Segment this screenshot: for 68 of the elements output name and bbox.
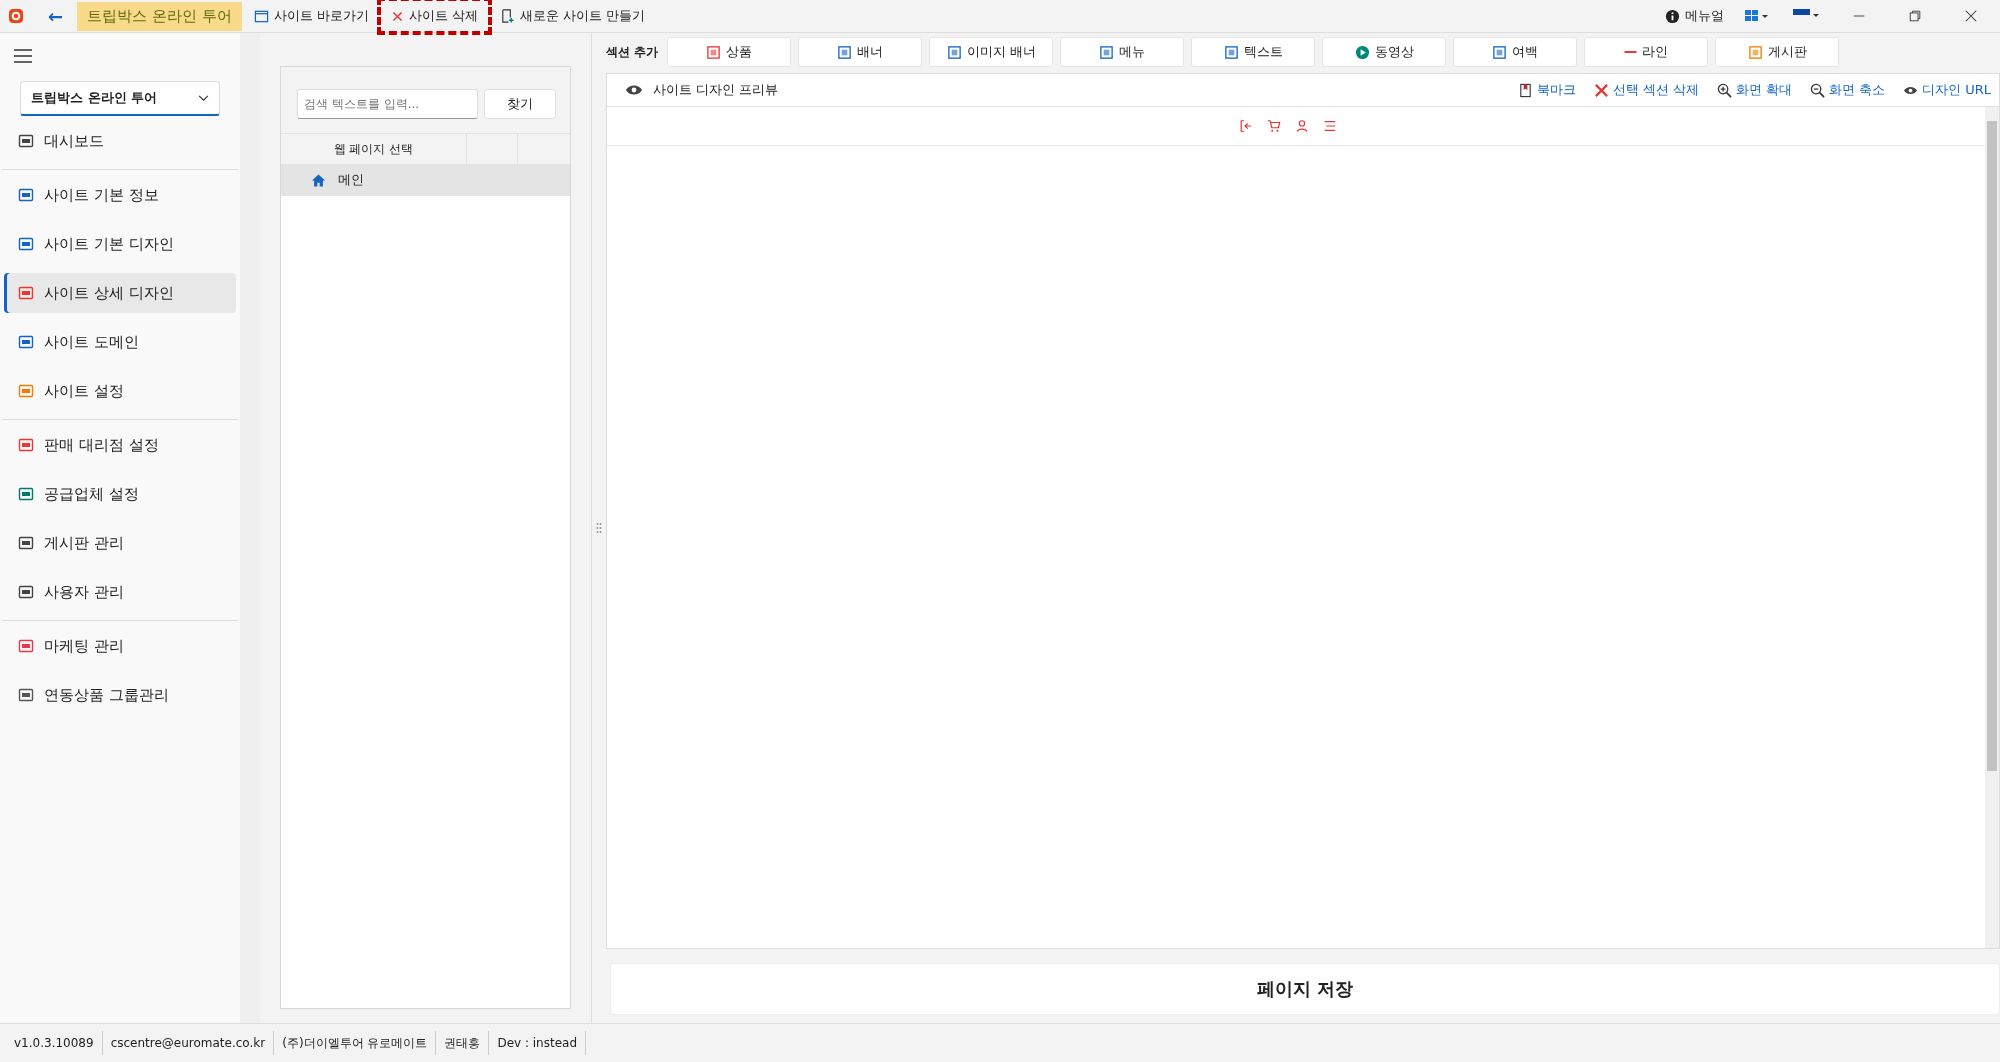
- toolbar-button[interactable]: 새로운 사이트 만들기: [493, 3, 652, 29]
- status-text: Dev : instead: [489, 1031, 587, 1055]
- bookmark-page-icon: [1517, 82, 1533, 98]
- sidebar-item[interactable]: 마케팅 관리: [4, 626, 236, 666]
- restore-icon[interactable]: [1908, 9, 1922, 23]
- preview-action-link[interactable]: 북마크: [1517, 81, 1576, 99]
- info-icon: [1665, 8, 1680, 24]
- sidebar-item[interactable]: 사이트 기본 정보: [4, 175, 236, 215]
- sidebar-item[interactable]: 사용자 관리: [4, 572, 236, 612]
- login-icon: [1239, 119, 1253, 133]
- eye-icon: [625, 84, 643, 96]
- layout-dropdown-icon[interactable]: [1744, 8, 1770, 24]
- site-name-label: 트립박스 온라인 투어: [77, 1, 242, 31]
- window-icon: [253, 8, 269, 24]
- save-page-button[interactable]: 페이지 저장: [610, 963, 2000, 1015]
- add-section-button[interactable]: 라인: [1584, 37, 1709, 67]
- section-add-label: 섹션 추가: [606, 43, 659, 61]
- close-icon[interactable]: [1964, 9, 1978, 23]
- home-icon: [311, 172, 326, 188]
- sidebar-item[interactable]: 대시보드: [4, 121, 236, 161]
- sidebar-item[interactable]: 사이트 설정: [4, 371, 236, 411]
- add-section-button[interactable]: 텍스트: [1191, 37, 1316, 67]
- dash-icon: [1624, 51, 1638, 53]
- sidebar-item[interactable]: 판매 대리점 설정: [4, 425, 236, 465]
- zoom-in-icon: [1716, 82, 1732, 98]
- add-section-button[interactable]: 여백: [1453, 37, 1578, 67]
- sidebar-item[interactable]: 사이트 기본 디자인: [4, 224, 236, 264]
- add-section-button[interactable]: 메뉴: [1060, 37, 1185, 67]
- user-icon: [1295, 119, 1309, 133]
- chevron-down-icon: [198, 94, 209, 102]
- scrollbar[interactable]: [1985, 107, 1999, 948]
- add-section-button[interactable]: 동영상: [1322, 37, 1447, 67]
- sidebar-item[interactable]: 사이트 상세 디자인: [4, 273, 236, 313]
- page-add-icon: [499, 8, 515, 24]
- preview-action-link[interactable]: 선택 섹션 삭제: [1593, 81, 1699, 99]
- preview-action-link[interactable]: 디자인 URL: [1903, 81, 1991, 99]
- sidebar-item[interactable]: 연동상품 그룹관리: [4, 675, 236, 715]
- sidebar-item[interactable]: 게시판 관리: [4, 523, 236, 563]
- add-section-button[interactable]: 배너: [798, 37, 923, 67]
- page-row[interactable]: 메인: [281, 164, 570, 196]
- app-logo-icon: [8, 8, 24, 24]
- menu-icon[interactable]: [14, 49, 32, 63]
- add-section-button[interactable]: 게시판: [1715, 37, 1840, 67]
- manual-button[interactable]: 메뉴얼: [1659, 3, 1730, 29]
- add-section-button[interactable]: 이미지 배너: [929, 37, 1054, 67]
- preview-action-link[interactable]: 화면 확대: [1716, 81, 1792, 99]
- find-button[interactable]: 찾기: [484, 89, 556, 119]
- search-field[interactable]: 검색 텍스트를 입력...: [297, 89, 478, 119]
- site-dropdown[interactable]: 트립박스 온라인 투어: [20, 81, 220, 116]
- zoom-out-icon: [1809, 82, 1825, 98]
- menu-icon: [1323, 119, 1337, 133]
- sidebar-item[interactable]: 사이트 도메인: [4, 322, 236, 362]
- status-text: cscentre@euromate.co.kr: [102, 1031, 275, 1055]
- toolbar-button[interactable]: 사이트 바로가기: [247, 3, 375, 29]
- preview-action-link[interactable]: 화면 축소: [1809, 81, 1886, 99]
- status-text: (주)더이엘투어 유로메이트: [274, 1031, 437, 1055]
- drag-handle-icon[interactable]: [596, 522, 602, 534]
- status-text: v1.0.3.10089: [6, 1031, 103, 1055]
- sidebar-item[interactable]: 공급업체 설정: [4, 474, 236, 514]
- back-button[interactable]: ←: [48, 5, 64, 27]
- status-text: 권태흥: [436, 1031, 490, 1055]
- close-icon: [1593, 82, 1609, 98]
- close-icon: [390, 9, 404, 23]
- toolbar-button[interactable]: 사이트 삭제: [380, 1, 488, 31]
- page-name: 메인: [338, 171, 364, 189]
- add-section-button[interactable]: 상품: [667, 37, 792, 67]
- play-icon: [1354, 44, 1370, 60]
- preview-title: 사이트 디자인 프리뷰: [653, 81, 779, 99]
